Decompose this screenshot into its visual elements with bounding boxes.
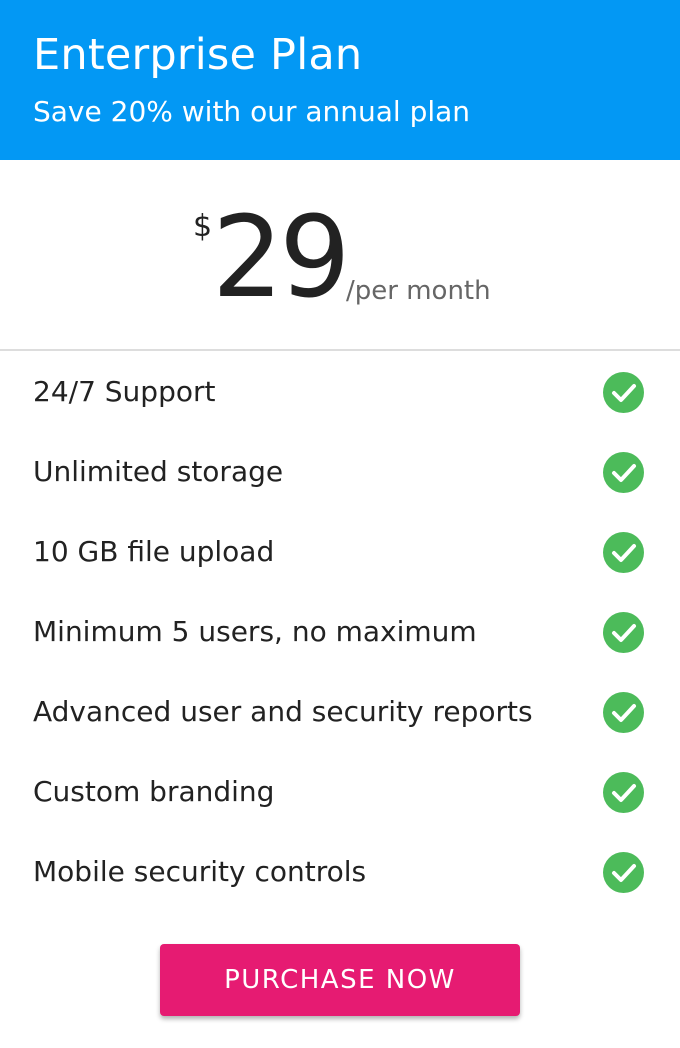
check-circle-icon (603, 772, 644, 813)
price-block: $ 29 /per month (0, 160, 680, 351)
feature-item: Advanced user and security reports (0, 671, 680, 751)
feature-item: 24/7 Support (0, 351, 680, 431)
check-circle-icon (603, 852, 644, 893)
feature-label: Minimum 5 users, no maximum (33, 615, 477, 648)
plan-header: Enterprise Plan Save 20% with our annual… (0, 0, 680, 160)
feature-label: Custom branding (33, 775, 275, 808)
plan-title: Enterprise Plan (33, 30, 363, 80)
feature-label: Unlimited storage (33, 455, 284, 488)
check-circle-icon (603, 692, 644, 733)
check-circle-icon (603, 532, 644, 573)
check-circle-icon (603, 452, 644, 493)
feature-item: Mobile security controls (0, 831, 680, 911)
feature-item: Custom branding (0, 751, 680, 831)
cta-container: PURCHASE NOW (0, 944, 680, 1016)
feature-label: Mobile security controls (33, 855, 367, 888)
feature-label: 10 GB file upload (33, 535, 275, 568)
feature-item: Minimum 5 users, no maximum (0, 591, 680, 671)
feature-label: 24/7 Support (33, 375, 216, 408)
price-period: /per month (346, 276, 491, 306)
feature-item: Unlimited storage (0, 431, 680, 511)
check-circle-icon (603, 612, 644, 653)
feature-item: 10 GB file upload (0, 511, 680, 591)
price-amount: 29 (212, 193, 351, 323)
price-currency: $ (193, 209, 213, 244)
purchase-now-button[interactable]: PURCHASE NOW (160, 944, 520, 1016)
feature-list: 24/7 Support Unlimited storage 10 GB fil… (0, 351, 680, 911)
pricing-card: Enterprise Plan Save 20% with our annual… (0, 0, 680, 1048)
check-circle-icon (603, 372, 644, 413)
plan-subtitle: Save 20% with our annual plan (33, 95, 471, 128)
feature-label: Advanced user and security reports (33, 695, 533, 728)
